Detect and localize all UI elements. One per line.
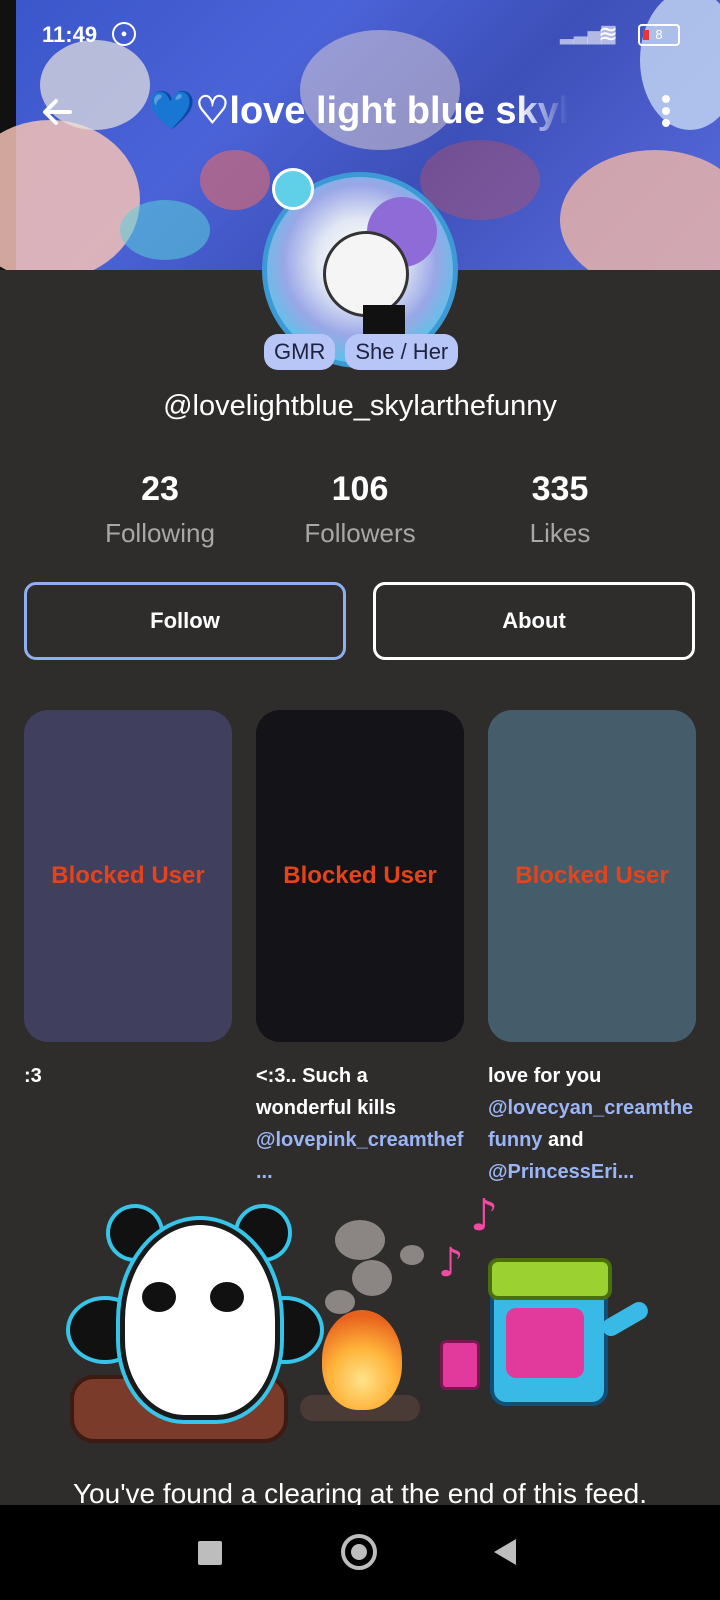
system-nav-bar (0, 1505, 720, 1600)
campfire-illustration (322, 1310, 402, 1410)
caption-text: love for you (488, 1065, 602, 1087)
end-of-feed-illustration: ♪ ♪ (60, 1190, 660, 1450)
music-note-icon: ♪ (470, 1190, 499, 1241)
banner-art-shape (0, 120, 140, 270)
smoke-illustration (335, 1220, 385, 1260)
smoke-illustration (400, 1245, 424, 1265)
status-time: 11:49 (42, 22, 98, 47)
tag-pronouns: She / Her (345, 334, 459, 370)
panda-illustration (142, 1282, 176, 1312)
caption-text: <:3.. Such a wonderful kills (256, 1065, 397, 1119)
music-note-icon: ♪ (438, 1240, 464, 1286)
status-bar: 11:49 ● ▂▃▅▇ ≋ 8 (0, 0, 720, 68)
profile-title: 💙♡love light blue skyl (148, 90, 568, 132)
post-tile[interactable]: Blocked User (24, 710, 232, 1042)
stat-label: Followers (304, 518, 416, 548)
stat-label: Likes (529, 518, 591, 548)
post-caption: <:3.. Such a wonderful kills @lovepink_c… (256, 1060, 466, 1188)
tag-gmr: GMR (264, 334, 336, 370)
post-tile[interactable]: Blocked User (256, 710, 464, 1042)
stat-value: 335 (531, 470, 589, 508)
more-vertical-icon[interactable] (656, 92, 676, 134)
screen-record-icon: ● (112, 22, 136, 46)
feed-end-message: You've found a clearing at the end of th… (72, 1478, 648, 1506)
stat-likes: 335 Likes (460, 470, 660, 549)
mention-link[interactable]: @lovepink_creamthef... (256, 1129, 463, 1183)
panda-illustration (210, 1282, 244, 1312)
arrow-left-icon[interactable] (36, 90, 80, 134)
stat-following[interactable]: 23 Following (60, 470, 260, 549)
post-tile[interactable]: Blocked User (488, 710, 696, 1042)
battery-icon: 8 (638, 24, 680, 46)
banner-art-shape (120, 200, 210, 260)
blocked-user-label: Blocked User (515, 862, 669, 889)
stat-followers[interactable]: 106 Followers (260, 470, 460, 549)
recents-icon[interactable] (198, 1541, 222, 1565)
username: @lovelightblue_skylarthefunny (163, 390, 557, 422)
panda-illustration (120, 1220, 280, 1420)
jar-illustration (440, 1340, 480, 1390)
smoke-illustration (352, 1260, 392, 1296)
avatar-decoration-icon (272, 168, 314, 210)
jar-illustration (488, 1258, 612, 1300)
stat-value: 106 (331, 470, 389, 508)
stat-value: 23 (141, 470, 179, 508)
home-icon[interactable] (341, 1534, 377, 1570)
caption-text: and (542, 1129, 584, 1151)
back-triangle-icon[interactable] (494, 1539, 516, 1565)
caption-text: :3 (24, 1065, 42, 1087)
mention-link[interactable]: @PrincessEri... (488, 1161, 634, 1183)
follow-button[interactable]: Follow (24, 582, 346, 660)
post-caption: :3 (24, 1060, 234, 1092)
jar-illustration (506, 1308, 584, 1378)
banner-art-shape (420, 140, 540, 220)
profile-tags: GMR She / Her (264, 334, 459, 370)
mention-link[interactable]: @lovecyan_creamthefunny (488, 1097, 693, 1151)
top-bar: 💙♡love light blue skyl (0, 82, 720, 142)
post-caption: love for you @lovecyan_creamthefunny and… (488, 1060, 698, 1188)
banner-art-shape (560, 150, 720, 270)
profile-stats: 23 Following 106 Followers 335 Likes (60, 470, 660, 560)
about-button[interactable]: About (373, 582, 695, 660)
stat-label: Following (105, 518, 215, 548)
smoke-illustration (325, 1290, 355, 1314)
blocked-user-label: Blocked User (283, 862, 437, 889)
wifi-icon: ≋ (598, 21, 619, 48)
blocked-user-label: Blocked User (51, 862, 205, 889)
banner-art-shape (200, 150, 270, 210)
